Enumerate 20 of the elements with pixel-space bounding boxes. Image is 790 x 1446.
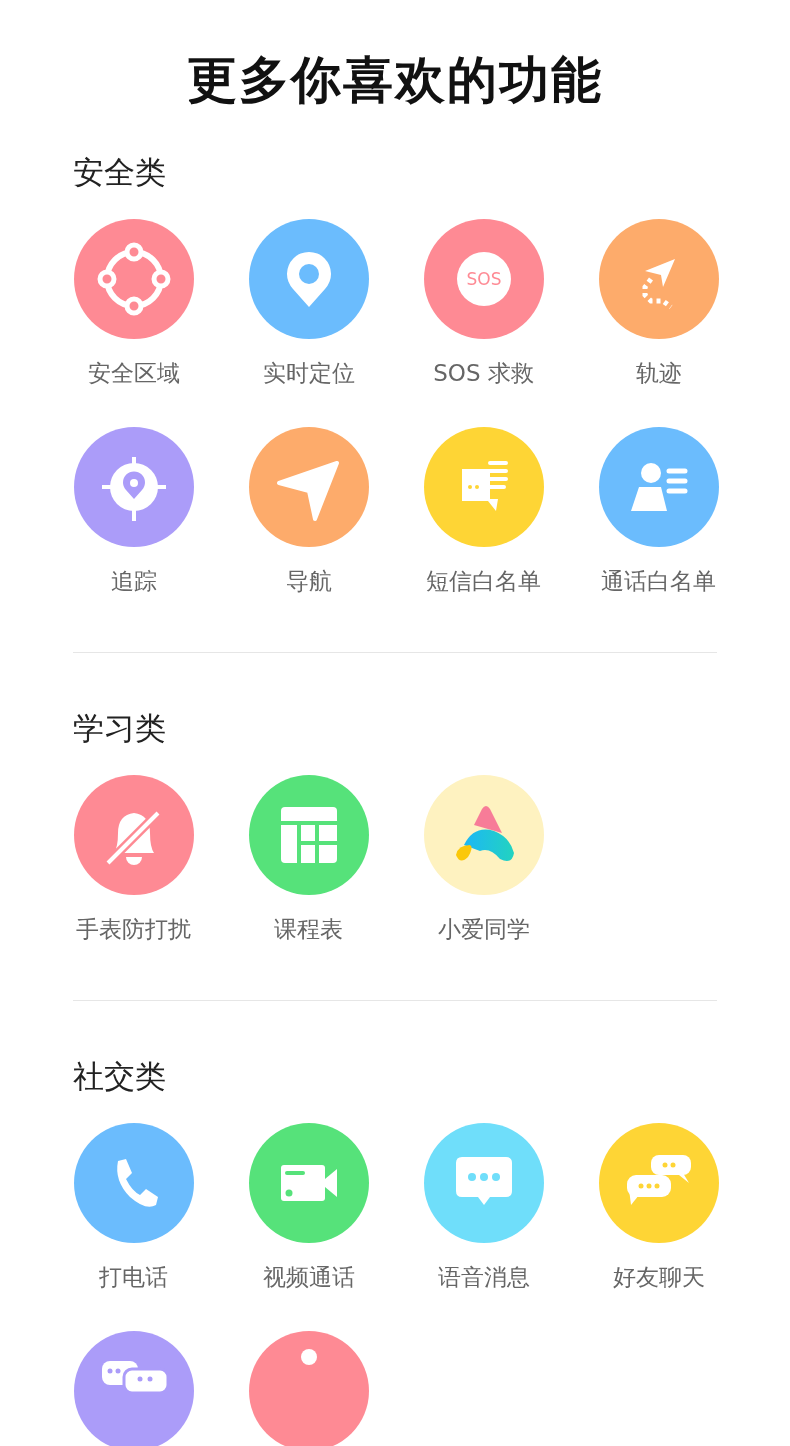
feature-label: 通话白名单 xyxy=(601,567,716,596)
page-title: 更多你喜欢的功能 xyxy=(187,50,603,111)
feature-label: 语音消息 xyxy=(437,1263,530,1292)
feature-label: 安全区域 xyxy=(87,359,180,388)
feature-label: 小爱同学 xyxy=(437,915,530,944)
feature-label: 好友聊天 xyxy=(612,1263,705,1292)
feature-label: 课程表 xyxy=(274,915,343,944)
section-title: 社交类 xyxy=(73,1057,166,1096)
sos-icon[interactable]: SOS xyxy=(423,219,544,339)
section-title: 安全类 xyxy=(73,153,166,192)
feature-label: 追踪 xyxy=(110,567,157,596)
section-title: 学习类 xyxy=(73,709,166,748)
feature-label: 短信白名单 xyxy=(426,567,541,596)
feature-label: 视频通话 xyxy=(262,1263,355,1292)
feature-label: SOS 求救 xyxy=(433,359,534,388)
feature-label: 导航 xyxy=(285,567,332,596)
feature-label: 手表防打扰 xyxy=(76,915,191,944)
feature-label: 实时定位 xyxy=(262,359,355,388)
feature-label: 打电话 xyxy=(99,1263,168,1292)
feature-label: 轨迹 xyxy=(635,359,682,388)
